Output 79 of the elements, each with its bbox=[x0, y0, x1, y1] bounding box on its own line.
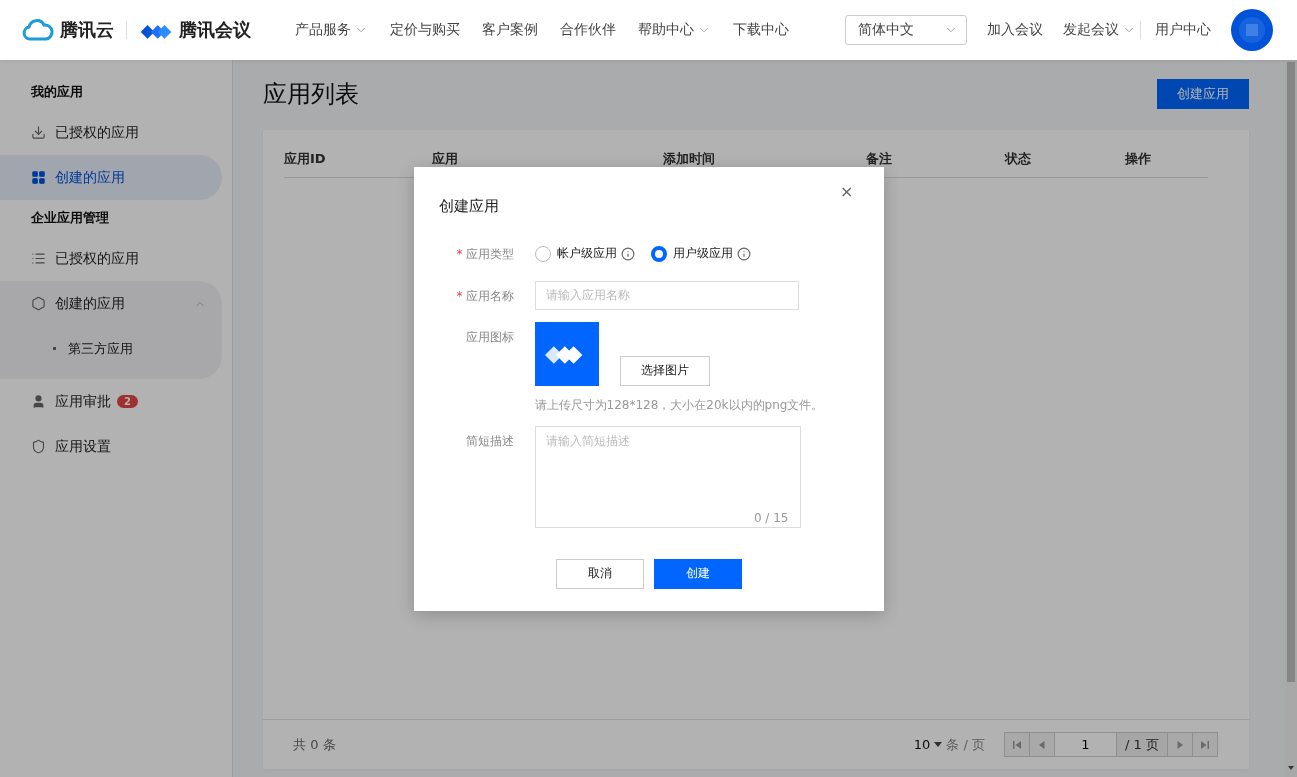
sidebar-item[interactable]: 创建的应用 bbox=[0, 281, 222, 326]
header-action-link[interactable]: 发起会议 bbox=[1063, 21, 1136, 39]
sidebar-item[interactable]: 已授权的应用 bbox=[0, 110, 222, 155]
sidebar-item-label: 已授权的应用 bbox=[55, 249, 139, 268]
sidebar-item-label: 应用设置 bbox=[55, 437, 111, 456]
radio-option[interactable]: 用户级应用 bbox=[650, 245, 751, 262]
column-header: 添加时间 bbox=[663, 150, 716, 168]
dialog-title: 创建应用 bbox=[438, 196, 500, 216]
user-center-link[interactable]: 用户中心 bbox=[1155, 21, 1211, 39]
sidebar-subitem[interactable]: 第三方应用 bbox=[0, 326, 222, 371]
choose-image-button[interactable]: 选择图片 bbox=[619, 355, 710, 386]
radio-button[interactable] bbox=[650, 245, 667, 262]
column-header: 操作 bbox=[1125, 150, 1152, 168]
previous-page-icon bbox=[1037, 739, 1047, 750]
next-page-button[interactable] bbox=[1167, 732, 1193, 757]
column-header: 应用 bbox=[432, 150, 459, 168]
sidebar-item[interactable]: 已授权的应用 bbox=[0, 236, 222, 281]
header-action-link[interactable]: 加入会议 bbox=[987, 21, 1043, 39]
language-select[interactable]: 简体中文 bbox=[845, 15, 967, 45]
field-label: * 应用名称 bbox=[455, 287, 514, 305]
caret-down-icon bbox=[934, 741, 943, 748]
app-icon-preview bbox=[534, 321, 599, 386]
field-label: 应用图标 bbox=[464, 328, 514, 346]
cancel-button[interactable]: 取消 bbox=[555, 558, 644, 589]
list-icon bbox=[31, 251, 46, 266]
info-icon bbox=[736, 246, 751, 261]
nav-link[interactable]: 产品服务 bbox=[295, 21, 368, 39]
close-button[interactable]: × bbox=[840, 181, 854, 201]
first-page-button[interactable] bbox=[1004, 732, 1030, 757]
page-size-unit: 条 / 页 bbox=[946, 735, 985, 754]
previous-page-button[interactable] bbox=[1029, 732, 1055, 757]
sidebar-item[interactable]: 应用设置 bbox=[0, 424, 222, 469]
sidebar-item[interactable]: 应用审批 2 bbox=[0, 379, 222, 424]
next-page-icon bbox=[1175, 739, 1185, 750]
bullet-icon bbox=[53, 347, 56, 350]
grid-icon bbox=[31, 170, 46, 185]
nav-link[interactable]: 定价与购买 bbox=[390, 21, 460, 39]
last-page-button[interactable] bbox=[1192, 732, 1218, 757]
sidebar-item-label: 创建的应用 bbox=[55, 168, 125, 187]
create-button[interactable]: 创建 bbox=[653, 558, 742, 589]
last-page-icon bbox=[1200, 739, 1210, 750]
nav-link[interactable]: 帮助中心 bbox=[638, 21, 711, 39]
sidebar-item[interactable]: 创建的应用 bbox=[0, 155, 222, 200]
sidebar-subitem-label: 第三方应用 bbox=[68, 339, 133, 358]
field-label: 简短描述 bbox=[464, 432, 514, 450]
nav-link[interactable]: 客户案例 bbox=[482, 21, 538, 39]
app-name-field[interactable]: 请输入应用名称 bbox=[534, 280, 799, 310]
radio-option[interactable]: 帐户级应用 bbox=[534, 245, 635, 262]
character-counter: 0 / 15 bbox=[753, 510, 789, 525]
sidebar-item-label: 已授权的应用 bbox=[55, 123, 139, 142]
page-title: 应用列表 bbox=[263, 79, 359, 110]
sidebar-section-title: 企业应用管理 bbox=[30, 209, 110, 227]
sidebar-section-title: 我的应用 bbox=[30, 83, 84, 101]
field-label: * 应用类型 bbox=[455, 245, 514, 263]
sidebar-item-label: 创建的应用 bbox=[55, 294, 125, 313]
avatar[interactable] bbox=[1231, 9, 1273, 51]
first-page-icon bbox=[1012, 739, 1022, 750]
total-count: 共 0 条 bbox=[293, 735, 336, 754]
shield-icon bbox=[31, 439, 46, 454]
page-input[interactable]: 1 bbox=[1054, 732, 1117, 757]
download-icon bbox=[31, 125, 46, 140]
column-header: 备注 bbox=[866, 150, 893, 168]
upload-hint: 请上传尺寸为128*128，大小在20k以内的png文件。 bbox=[534, 396, 825, 414]
brand-name: 腾讯云 bbox=[60, 18, 114, 42]
page-count: / 1 页 bbox=[1116, 732, 1168, 757]
nav-link[interactable]: 合作伙伴 bbox=[560, 21, 616, 39]
hexagon-icon bbox=[31, 296, 46, 311]
count-badge: 2 bbox=[117, 395, 138, 408]
user-icon bbox=[31, 394, 46, 409]
radio-button[interactable] bbox=[534, 245, 551, 262]
info-icon bbox=[620, 246, 635, 261]
create-app-button[interactable]: 创建应用 bbox=[1157, 79, 1249, 109]
column-header: 状态 bbox=[1005, 150, 1032, 168]
nav-link[interactable]: 下载中心 bbox=[733, 21, 789, 39]
column-header: 应用ID bbox=[284, 150, 327, 168]
product-name: 腾讯会议 bbox=[179, 18, 251, 42]
page-size-select[interactable]: 10 bbox=[913, 737, 931, 752]
sidebar-item-label: 应用审批 bbox=[55, 392, 111, 411]
cloud-logo-icon bbox=[22, 18, 54, 42]
